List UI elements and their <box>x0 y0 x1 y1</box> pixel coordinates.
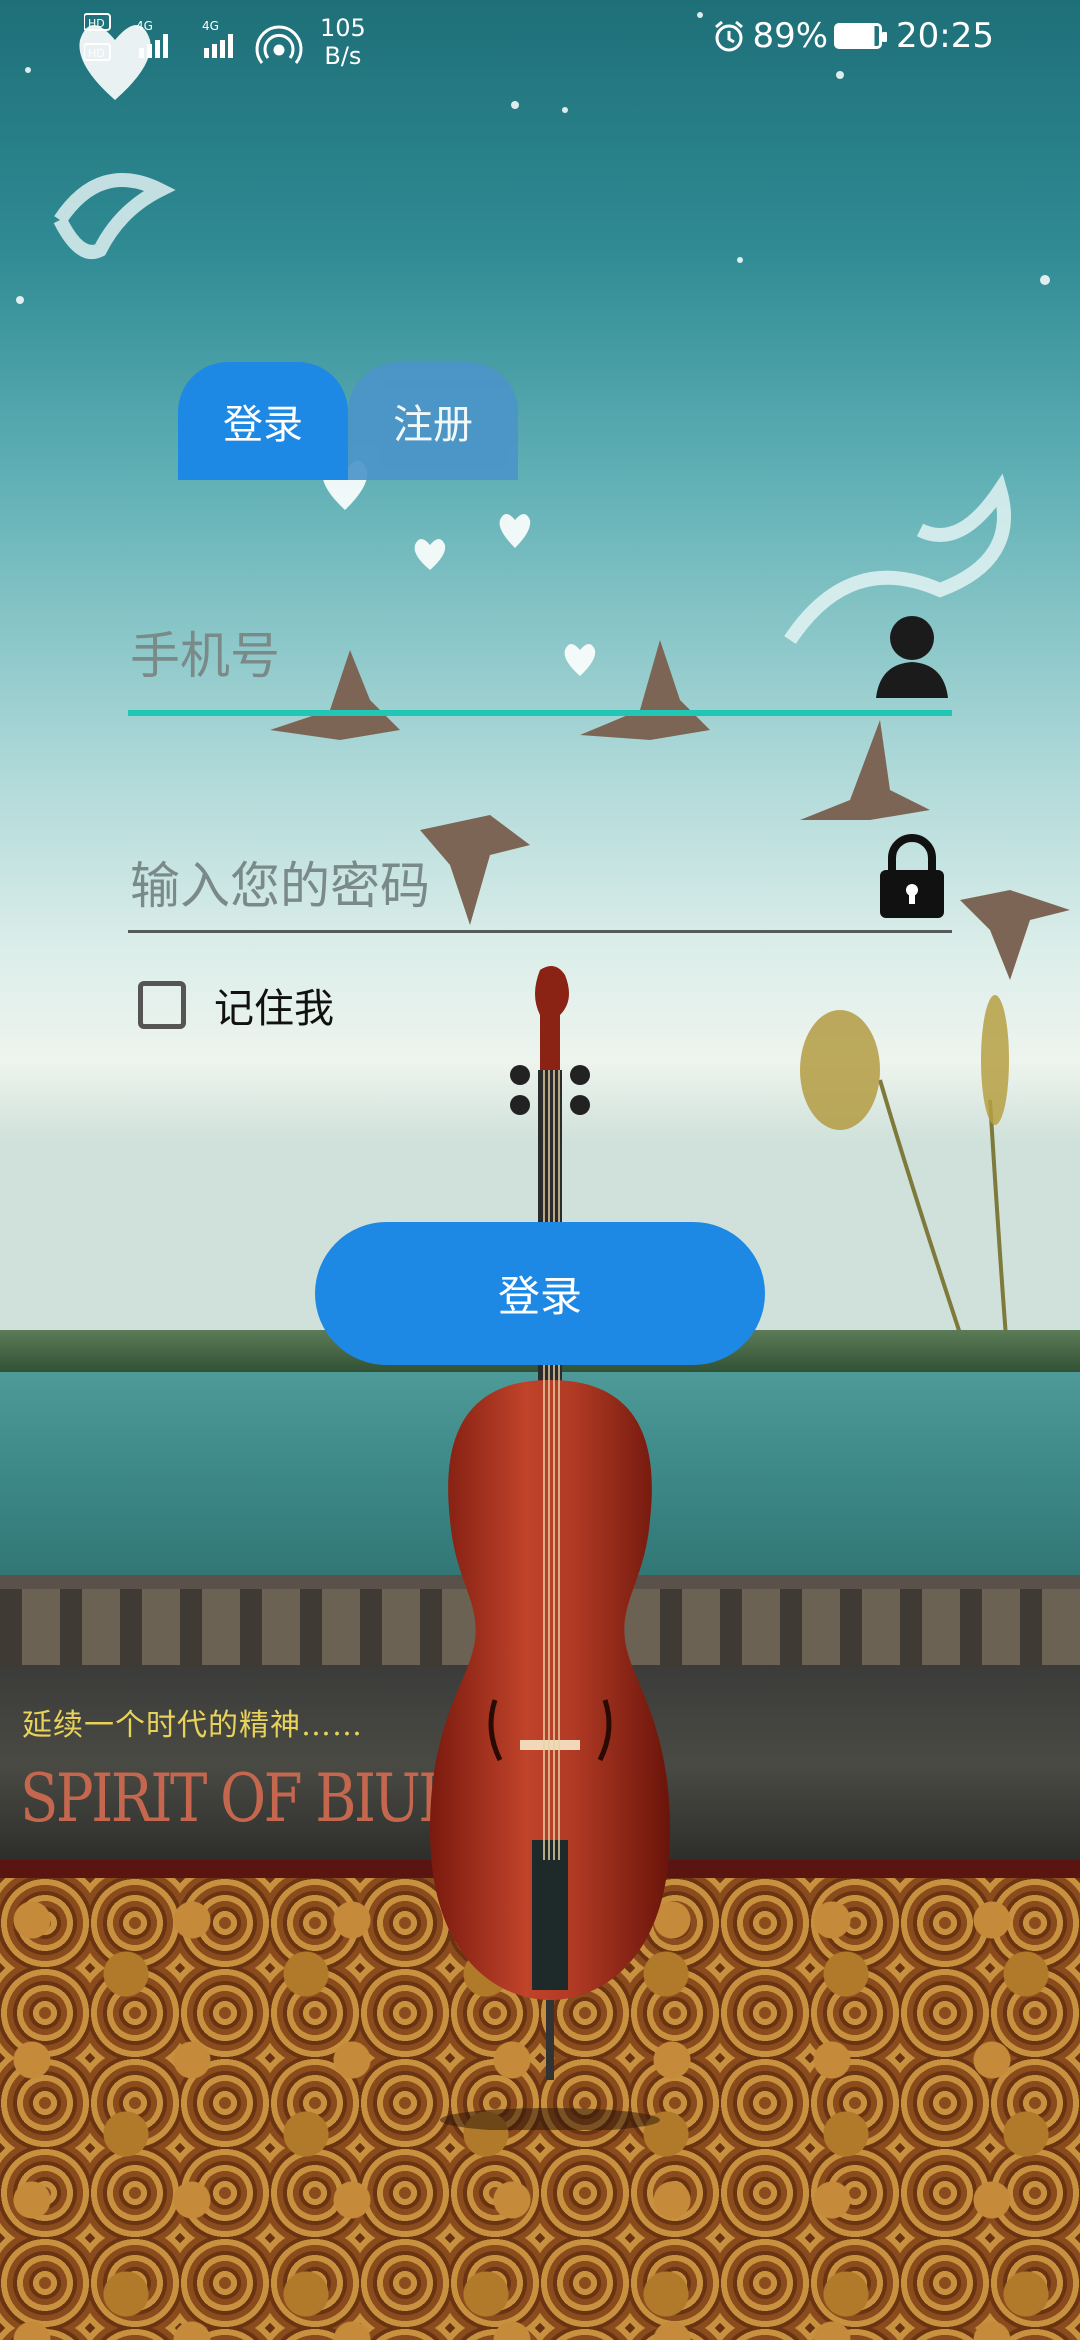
hotspot-icon <box>255 25 303 64</box>
svg-text:4G: 4G <box>136 19 153 33</box>
svg-text:HD: HD <box>88 47 105 60</box>
login-button[interactable]: 登录 <box>315 1222 765 1365</box>
remember-me[interactable]: 记住我 <box>138 976 334 1034</box>
lock-icon <box>880 834 944 918</box>
password-field <box>128 830 952 933</box>
svg-text:4G: 4G <box>202 19 219 33</box>
phone-field <box>128 610 952 716</box>
wall-text-cn: 延续一个时代的精神…… <box>22 1708 363 1743</box>
password-input[interactable] <box>128 850 892 922</box>
remember-checkbox[interactable] <box>138 981 186 1029</box>
alarm-icon <box>715 20 744 52</box>
phone-input[interactable] <box>128 620 892 692</box>
tab-register[interactable]: 注册 <box>348 362 518 480</box>
cello-image <box>430 966 670 2130</box>
network-badges: HD HD 4G 4G <box>83 10 304 74</box>
clock: 20:25 <box>896 16 994 56</box>
battery-icon <box>834 23 888 49</box>
signal-icon: HD HD 4G 4G <box>83 13 303 64</box>
net-speed-value: 105 <box>320 14 366 42</box>
remember-label: 记住我 <box>214 986 334 1032</box>
svg-text:HD: HD <box>88 17 105 30</box>
background-scene: 延续一个时代的精神…… SPIRIT OF BIUDING... <box>0 0 1080 2340</box>
battery-percent: 89% <box>752 16 829 56</box>
person-icon <box>876 616 948 698</box>
status-bar: HD HD 4G 4G 105 B/s 89% 20:25 <box>0 0 1080 80</box>
tab-login[interactable]: 登录 <box>178 362 348 480</box>
net-speed: 105 B/s <box>320 14 366 70</box>
status-right: 89% 20:25 <box>712 16 994 56</box>
net-speed-unit: B/s <box>324 42 362 70</box>
